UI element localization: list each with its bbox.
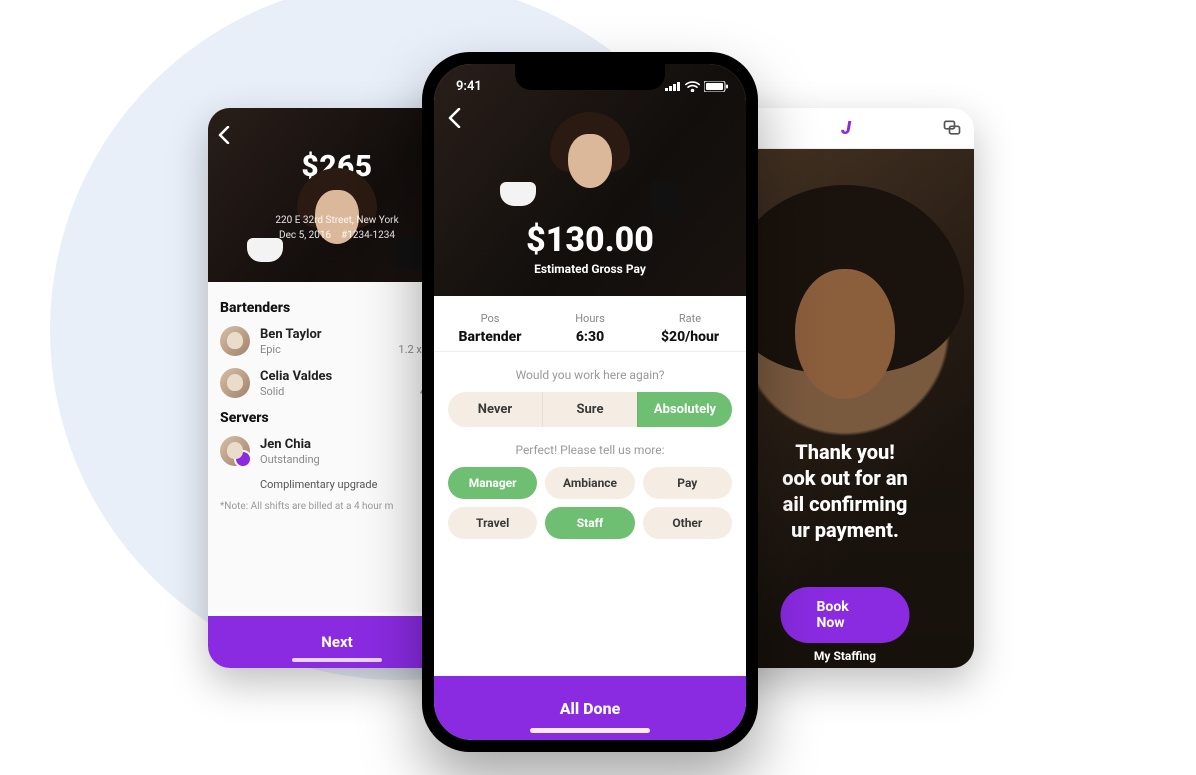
thank-you-line: ook out for an [722,465,968,491]
feedback-question-2: Perfect! Please tell us more: [434,443,746,457]
thank-you-line: ail confirming [722,491,968,517]
status-time: 9:41 [456,79,482,94]
wifi-icon [685,81,700,92]
col-header: Pos [440,312,540,325]
signal-icon [665,81,681,91]
upgrade-badge-icon [234,450,252,468]
shift-summary: Pos Bartender Hours 6:30 Rate $20/hour [434,296,746,352]
avatar [220,326,250,356]
staff-rating: Epic [260,343,281,356]
summary-col-rate: Rate $20/hour [640,312,740,345]
book-now-label: Book Now [817,599,849,631]
summary-col-pos: Pos Bartender [440,312,540,345]
seg-option-never[interactable]: Never [448,392,542,427]
staff-row[interactable]: Celia Valdes Solid 4:00* x [220,368,454,398]
staff-rating: Solid [260,385,284,398]
stage: $265 Grand Total 220 E 32rd Street, New … [0,0,1196,775]
home-indicator [292,658,382,662]
feedback-question-1: Would you work here again? [434,368,746,382]
staff-row[interactable]: Jen Chia Outstanding 8:00 x [220,436,454,466]
brand-logo: J [841,118,849,139]
chip-pay[interactable]: Pay [643,467,732,499]
col-header: Hours [540,312,640,325]
feedback-segmented: Never Sure Absolutely [448,392,732,427]
back-icon[interactable] [448,108,461,133]
staff-rating: Outstanding [260,453,320,466]
phone-center: 9:41 $130.00 Estimated Gross Pay [434,64,746,740]
chip-other[interactable]: Other [643,507,732,539]
section-title-bartenders: Bartenders [220,300,454,316]
thank-you-line: Thank you! [722,439,968,465]
chat-icon[interactable] [942,118,962,138]
col-value: Bartender [440,329,540,345]
event-ref: #1234-1234 [341,230,395,241]
battery-icon [704,81,728,92]
seg-option-absolutely[interactable]: Absolutely [637,392,732,427]
status-icons [665,81,728,92]
chip-staff[interactable]: Staff [545,507,634,539]
next-button-label: Next [321,633,352,651]
home-indicator [530,728,650,733]
venue-meta: Dec 5, 2016 #1234-1234 [279,230,395,241]
seg-option-sure[interactable]: Sure [542,392,637,427]
thank-you-line: ur payment. [722,517,968,543]
venue-address: 220 E 32rd Street, New York [275,215,398,226]
billing-footnote: *Note: All shifts are billed at a 4 hour… [220,501,454,512]
col-value: 6:30 [540,329,640,345]
avatar [220,368,250,398]
all-done-button[interactable]: All Done [434,676,746,740]
section-title-servers: Servers [220,410,454,426]
device-notch [515,64,665,90]
event-date: Dec 5, 2016 [279,230,331,241]
gross-pay-label: Estimated Gross Pay [534,262,646,276]
feedback-chips: Manager Ambiance Pay Travel Staff Other [448,467,732,539]
staff-row[interactable]: Ben Taylor Epic 1.2 x 6:30 x [220,326,454,356]
chip-manager[interactable]: Manager [448,467,537,499]
hero-portrait [770,229,920,429]
phone-center-frame: 9:41 $130.00 Estimated Gross Pay [422,52,758,752]
hero-illustration [530,112,650,232]
col-value: $20/hour [640,329,740,345]
hero-illustration [277,168,397,288]
avatar [220,436,250,466]
book-now-button[interactable]: Book Now [781,587,910,643]
all-done-label: All Done [560,699,621,718]
chip-ambiance[interactable]: Ambiance [545,467,634,499]
summary-col-hours: Hours 6:30 [540,312,640,345]
chip-travel[interactable]: Travel [448,507,537,539]
back-icon[interactable] [218,126,230,149]
col-header: Rate [640,312,740,325]
